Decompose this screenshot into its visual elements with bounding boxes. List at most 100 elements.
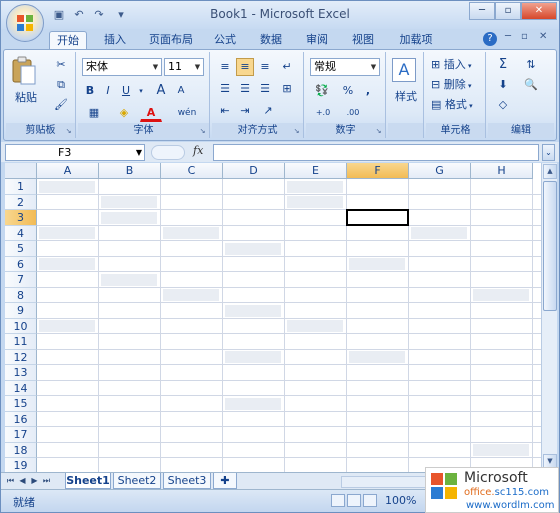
tab-review[interactable]: 审阅 <box>299 31 335 50</box>
number-launcher-icon[interactable]: ↘ <box>374 127 383 136</box>
tab-data[interactable]: 数据 <box>253 31 289 50</box>
row-header-10[interactable]: 10 <box>5 318 37 334</box>
page-break-view-icon[interactable] <box>363 494 377 507</box>
paste-button[interactable]: 粘贴 <box>10 56 42 108</box>
row-header-16[interactable]: 16 <box>5 411 37 427</box>
row-header-1[interactable]: 1 <box>5 179 37 195</box>
sheet-tab-2[interactable]: Sheet2 <box>113 473 161 489</box>
row-header-19[interactable]: 19 <box>5 458 37 472</box>
row-header-17[interactable]: 17 <box>5 427 37 443</box>
styles-button[interactable]: A 样式 <box>392 58 420 108</box>
zoom-level[interactable]: 100% <box>385 494 416 507</box>
row-header-4[interactable]: 4 <box>5 225 37 241</box>
font-color-icon[interactable]: A <box>140 104 162 122</box>
cut-icon[interactable]: ✂ <box>52 56 70 74</box>
prev-sheet-icon[interactable]: ◀ <box>17 475 28 487</box>
phonetic-button[interactable]: wén <box>170 104 204 122</box>
column-header-g[interactable]: G <box>409 163 471 179</box>
underline-dropdown-icon[interactable]: ▾ <box>136 82 146 100</box>
orientation-icon[interactable]: ↗ <box>256 102 280 120</box>
wrap-text-icon[interactable]: ↵ <box>278 58 296 76</box>
restore-button[interactable]: ▫ <box>495 2 521 20</box>
row-header-7[interactable]: 7 <box>5 272 37 288</box>
fill-color-icon[interactable]: ◈ <box>112 104 136 122</box>
name-box[interactable]: F3 ▼ <box>5 144 145 161</box>
sheet-tab-1[interactable]: Sheet1 <box>65 473 111 489</box>
decrease-indent-icon[interactable]: ⇤ <box>216 102 234 120</box>
font-name-select[interactable]: 宋体 ▼ <box>82 58 162 76</box>
first-sheet-icon[interactable]: ⏮ <box>5 475 16 487</box>
delete-cells-button[interactable]: ⊟ 删除 ▾ <box>430 76 482 94</box>
column-header-b[interactable]: B <box>99 163 161 179</box>
tab-formulas[interactable]: 公式 <box>207 31 243 50</box>
ribbon-minimize-icon[interactable]: ─ <box>505 31 511 42</box>
help-icon[interactable]: ? <box>483 32 497 46</box>
clipboard-launcher-icon[interactable]: ↘ <box>64 127 73 136</box>
worksheet-grid[interactable]: ABCDEFGH 1 2 3 4 5 6 7 8 9 10 11 12 13 14 15 16 17 18 19 <box>5 163 541 472</box>
formula-divider-handle[interactable] <box>151 145 185 160</box>
row-header-18[interactable]: 18 <box>5 442 37 458</box>
format-cells-button[interactable]: ▤ 格式 ▾ <box>430 96 482 114</box>
ribbon-restore-icon[interactable]: ▫ <box>521 31 528 42</box>
autosum-button[interactable]: Σ <box>492 56 514 74</box>
bold-button[interactable]: B <box>82 82 98 100</box>
tab-view[interactable]: 视图 <box>345 31 381 50</box>
increase-decimal-button[interactable]: +.0 <box>310 104 336 122</box>
minimize-button[interactable]: ─ <box>469 2 495 20</box>
close-button[interactable]: ✕ <box>521 2 557 20</box>
borders-icon[interactable]: ▦ <box>82 104 106 122</box>
select-all-corner[interactable] <box>5 163 37 179</box>
tab-addins[interactable]: 加载项 <box>391 31 441 50</box>
row-header-11[interactable]: 11 <box>5 334 37 350</box>
column-header-d[interactable]: D <box>223 163 285 179</box>
currency-icon[interactable]: 💱 <box>310 82 334 100</box>
tab-home[interactable]: 开始 <box>49 31 87 50</box>
percent-button[interactable]: % <box>340 82 356 100</box>
vertical-scroll-thumb[interactable] <box>543 181 557 311</box>
row-header-2[interactable]: 2 <box>5 194 37 210</box>
column-header-f[interactable]: F <box>347 163 409 179</box>
align-bottom-icon[interactable]: ≡ <box>256 58 274 76</box>
column-header-h[interactable]: H <box>471 163 533 179</box>
underline-button[interactable]: U <box>118 82 134 100</box>
normal-view-icon[interactable] <box>331 494 345 507</box>
font-launcher-icon[interactable]: ↘ <box>198 127 207 136</box>
italic-button[interactable]: I <box>100 82 116 100</box>
align-middle-icon[interactable]: ≡ <box>236 58 254 76</box>
row-header-13[interactable]: 13 <box>5 365 37 381</box>
next-sheet-icon[interactable]: ▶ <box>29 475 40 487</box>
copy-icon[interactable]: ⧉ <box>52 76 70 94</box>
find-select-icon[interactable]: 🔍 <box>518 76 544 94</box>
vertical-scrollbar[interactable]: ▲ ▼ <box>541 163 557 472</box>
sheet-tab-3[interactable]: Sheet3 <box>163 473 211 489</box>
row-header-8[interactable]: 8 <box>5 287 37 303</box>
insert-function-button[interactable]: fx <box>193 144 209 160</box>
font-size-select[interactable]: 11 ▼ <box>164 58 204 76</box>
row-header-3[interactable]: 3 <box>5 210 37 226</box>
tab-page-layout[interactable]: 页面布局 <box>143 31 199 50</box>
row-header-15[interactable]: 15 <box>5 396 37 412</box>
expand-formula-bar-icon[interactable]: ⌄ <box>542 144 555 161</box>
insert-cells-button[interactable]: ⊞ 插入 ▾ <box>430 56 482 74</box>
insert-sheet-icon[interactable]: ✚ <box>213 473 237 489</box>
number-format-select[interactable]: 常规 ▼ <box>310 58 380 76</box>
scroll-up-icon[interactable]: ▲ <box>543 164 557 179</box>
decrease-decimal-button[interactable]: .00 <box>340 104 366 122</box>
merge-center-icon[interactable]: ⊞ <box>278 80 296 98</box>
format-painter-icon[interactable]: 🖌 <box>52 96 70 114</box>
ribbon-close-icon[interactable]: ✕ <box>539 31 547 42</box>
alignment-launcher-icon[interactable]: ↘ <box>292 127 301 136</box>
column-header-e[interactable]: E <box>285 163 347 179</box>
page-layout-view-icon[interactable] <box>347 494 361 507</box>
shrink-font-button[interactable]: A <box>172 82 190 100</box>
fill-icon[interactable]: ⬇ <box>492 76 514 94</box>
row-header-9[interactable]: 9 <box>5 303 37 319</box>
last-sheet-icon[interactable]: ⏭ <box>41 475 52 487</box>
row-header-12[interactable]: 12 <box>5 349 37 365</box>
clear-icon[interactable]: ◇ <box>492 96 514 114</box>
increase-indent-icon[interactable]: ⇥ <box>236 102 254 120</box>
office-button[interactable] <box>6 4 44 42</box>
row-header-6[interactable]: 6 <box>5 256 37 272</box>
sort-filter-icon[interactable]: ⇅ <box>518 56 544 74</box>
grow-font-button[interactable]: A <box>152 82 170 100</box>
